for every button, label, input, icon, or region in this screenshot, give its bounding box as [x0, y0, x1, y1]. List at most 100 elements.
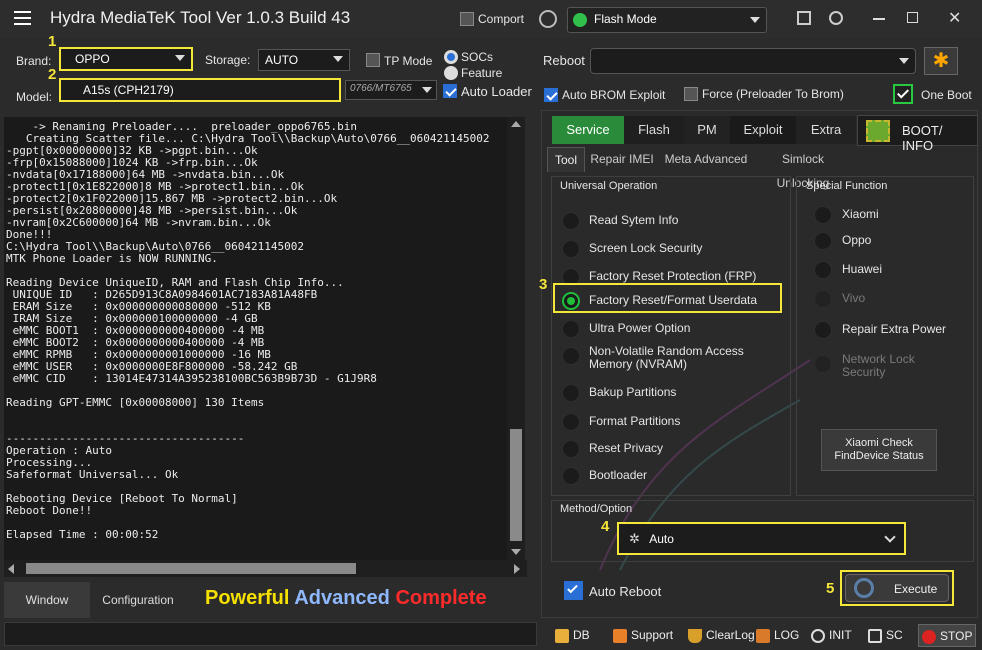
- tp-mode-label: TP Mode: [384, 54, 433, 68]
- socs-label: SOCs: [461, 50, 494, 64]
- feature-radio[interactable]: [444, 66, 458, 80]
- one-boot-checkbox[interactable]: [893, 84, 913, 104]
- special-option-label-3: Vivo: [842, 291, 866, 305]
- reboot-select[interactable]: [590, 48, 916, 74]
- statusbar-clearlog-label: ClearLog: [706, 628, 755, 642]
- universal-option-label-1: Screen Lock Security: [589, 241, 703, 255]
- method-option-header: Method/Option: [560, 503, 633, 515]
- tab-flash[interactable]: Flash: [624, 116, 684, 144]
- boot-info-label: BOOT/ INFO: [902, 123, 943, 153]
- method-value: Auto: [649, 532, 674, 546]
- universal-operation-header: Universal Operation: [560, 180, 658, 192]
- execute-button[interactable]: Execute: [845, 574, 949, 602]
- brand-select[interactable]: OPPO: [59, 47, 193, 71]
- tp-mode-checkbox[interactable]: [366, 53, 380, 67]
- universal-option-label-7: Format Partitions: [589, 414, 681, 428]
- statusbar-init[interactable]: INIT: [811, 628, 852, 643]
- boot-info-button[interactable]: BOOT/ INFO: [857, 115, 978, 153]
- console-line: -nvram[0x2C600000]64 MB ->nvram.bin...Ok: [6, 216, 271, 229]
- tab-meta-advanced[interactable]: Meta Advanced: [662, 147, 750, 171]
- statusbar-clearlog[interactable]: ClearLog: [688, 628, 755, 643]
- marker-2: 2: [48, 66, 57, 83]
- slogan-advanced: Advanced: [294, 587, 390, 609]
- tab-extra[interactable]: Extra: [796, 116, 856, 144]
- tab-window[interactable]: Window: [4, 582, 90, 618]
- model-input[interactable]: A15s (CPH2179): [59, 78, 341, 102]
- chip-select[interactable]: 0766/MT6765: [345, 80, 437, 100]
- reboot-label: Reboot: [543, 53, 585, 68]
- xiaomi-check-button[interactable]: Xiaomi Check FindDevice Status: [821, 429, 937, 471]
- close-icon[interactable]: ✕: [948, 8, 961, 28]
- tab-pm[interactable]: PM: [684, 116, 730, 144]
- tab-repair-imei[interactable]: Repair IMEI: [588, 147, 656, 171]
- log-icon: [756, 628, 770, 643]
- comport-label: Comport: [478, 12, 525, 26]
- universal-radio-8[interactable]: [562, 440, 580, 458]
- init-gear-icon: [811, 628, 825, 643]
- auto-brom-checkbox[interactable]: [544, 88, 558, 102]
- console-horizontal-scrollbar[interactable]: [4, 560, 527, 577]
- gear-icon[interactable]: [539, 10, 557, 28]
- special-option-label-0: Xiaomi: [842, 207, 879, 221]
- statusbar-log-label: LOG: [774, 628, 800, 642]
- stop-button[interactable]: STOP: [918, 624, 976, 647]
- force-brom-checkbox[interactable]: [684, 87, 698, 101]
- console-line: Elapsed Time : 00:00:52: [6, 528, 159, 541]
- log-console[interactable]: -> Renaming Preloader.... preloader_oppo…: [4, 117, 507, 560]
- universal-radio-7[interactable]: [562, 413, 580, 431]
- universal-radio-5[interactable]: [562, 347, 580, 365]
- statusbar-log[interactable]: LOG: [756, 628, 799, 643]
- menu-icon[interactable]: [14, 11, 31, 25]
- special-option-label-2: Huawei: [842, 262, 883, 276]
- help-icon[interactable]: [829, 11, 843, 25]
- tab-tool[interactable]: Tool: [547, 147, 585, 172]
- special-radio-5: [814, 355, 832, 373]
- special-options: Xiaomi Oppo Huawei Vivo Repair Extra Power Ne…: [796, 200, 974, 400]
- broom-icon: [688, 628, 702, 643]
- auto-reboot-checkbox[interactable]: [564, 581, 583, 600]
- auto-loader-checkbox[interactable]: [443, 84, 457, 98]
- console-vertical-scrollbar[interactable]: [507, 117, 525, 560]
- statusbar-support[interactable]: Support: [613, 628, 673, 643]
- special-option-label-5: Network Lock Security: [842, 352, 915, 379]
- statusbar-support-label: Support: [631, 628, 674, 642]
- one-boot-label: One Boot: [921, 88, 972, 102]
- stop-icon: [922, 629, 936, 644]
- universal-radio-1[interactable]: [562, 240, 580, 258]
- socs-radio[interactable]: [444, 50, 458, 64]
- mode-select[interactable]: Flash Mode: [567, 7, 767, 33]
- minimize-icon[interactable]: [873, 18, 885, 20]
- special-option-label-1: Oppo: [842, 233, 872, 247]
- storage-select[interactable]: AUTO: [258, 49, 350, 71]
- statusbar-sc[interactable]: SC: [868, 628, 903, 643]
- universal-radio-4[interactable]: [562, 320, 580, 338]
- model-value: A15s (CPH2179): [83, 83, 174, 97]
- special-radio-4[interactable]: [814, 321, 832, 339]
- universal-radio-9[interactable]: [562, 467, 580, 485]
- home-icon[interactable]: [797, 11, 811, 25]
- tab-exploit[interactable]: Exploit: [730, 116, 796, 144]
- console-line: Reboot Done!!: [6, 504, 93, 517]
- reboot-action-button[interactable]: ✱: [924, 47, 958, 75]
- tab-configuration[interactable]: Configuration: [96, 582, 180, 618]
- comport-checkbox[interactable]: [460, 12, 474, 26]
- tab-service[interactable]: Service: [552, 116, 624, 144]
- universal-options: Read Sytem Info Screen Lock Security Facto…: [551, 200, 791, 496]
- console-line: eMMC CID : 13014E47314A395238100BC563B9B…: [6, 372, 377, 385]
- statusbar-db[interactable]: DB: [555, 628, 590, 643]
- slogan-powerful: Powerful: [205, 587, 290, 609]
- storage-value: AUTO: [265, 53, 299, 67]
- console-line: Reading GPT-EMMC [0x00008000] 130 Items: [6, 396, 265, 409]
- marker-5: 5: [826, 580, 835, 597]
- universal-radio-6[interactable]: [562, 384, 580, 402]
- chevron-down-icon: [884, 531, 896, 543]
- statusbar-sc-label: SC: [886, 628, 903, 642]
- console-line: MTK Phone Loader is NOW RUNNING.: [6, 252, 218, 265]
- special-radio-0[interactable]: [814, 206, 832, 224]
- universal-option-label-6: Bakup Partitions: [589, 385, 677, 399]
- universal-radio-0[interactable]: [562, 212, 580, 230]
- special-radio-2[interactable]: [814, 261, 832, 279]
- method-select[interactable]: ✲ Auto: [617, 522, 906, 555]
- special-radio-1[interactable]: [814, 232, 832, 250]
- maximize-icon[interactable]: [907, 12, 918, 23]
